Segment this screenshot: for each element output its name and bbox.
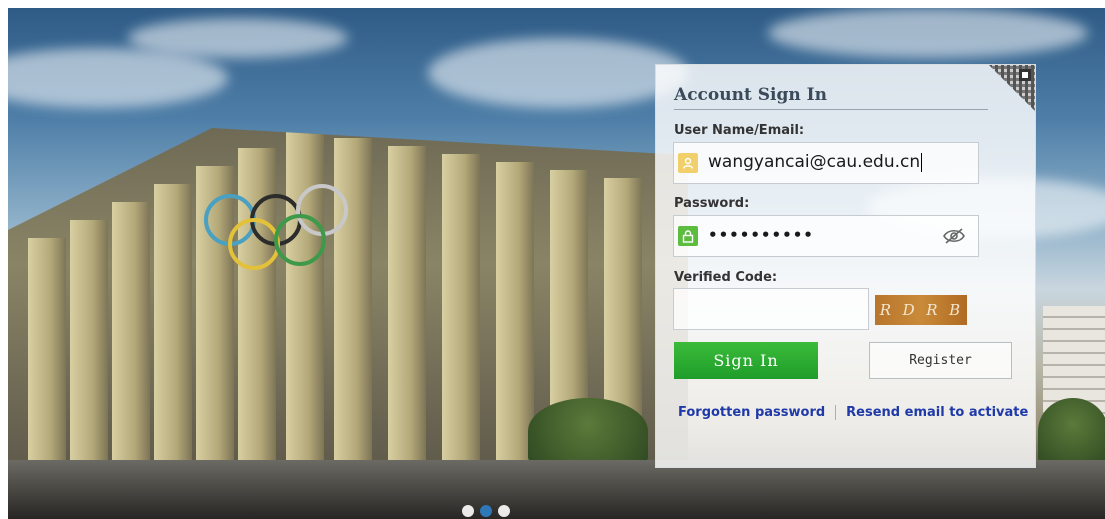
sign-in-button[interactable]: Sign In: [674, 342, 818, 379]
carousel-dot[interactable]: [498, 505, 510, 517]
captcha-char: R: [926, 301, 940, 319]
password-value: ••••••••••: [708, 226, 814, 244]
panel-title: Account Sign In: [674, 85, 988, 110]
forgot-password-link[interactable]: Forgotten password: [678, 405, 825, 420]
carousel-dot-active[interactable]: [480, 505, 492, 517]
qr-code-icon[interactable]: [989, 65, 1035, 111]
carousel-dot[interactable]: [462, 505, 474, 517]
verify-code-label: Verified Code:: [674, 270, 778, 285]
username-label: User Name/Email:: [674, 123, 805, 138]
verify-code-input[interactable]: [673, 288, 869, 330]
captcha-char: B: [949, 301, 963, 319]
user-icon: [678, 153, 698, 173]
olympic-rings: [204, 184, 354, 274]
register-button[interactable]: Register: [869, 342, 1012, 379]
password-input[interactable]: ••••••••••: [673, 215, 979, 257]
username-input[interactable]: wangyancai@cau.edu.cn: [673, 142, 979, 184]
carousel-dots: [462, 505, 510, 517]
plaza-ground: [8, 460, 1105, 519]
trees: [528, 398, 648, 464]
captcha-char: R: [879, 301, 894, 319]
link-separator: [835, 405, 837, 420]
password-label: Password:: [674, 196, 750, 211]
login-page: Account Sign In User Name/Email: wangyan…: [0, 0, 1105, 519]
captcha-char: D: [902, 301, 917, 319]
resend-activation-link[interactable]: Resend email to activate: [846, 405, 1028, 420]
captcha-image[interactable]: R D R B: [875, 295, 967, 325]
login-panel: Account Sign In User Name/Email: wangyan…: [655, 64, 1036, 468]
trees: [1038, 398, 1105, 464]
help-links: Forgotten password Resend email to activ…: [678, 405, 1028, 420]
username-value: wangyancai@cau.edu.cn: [708, 152, 923, 172]
lock-icon: [678, 226, 698, 246]
eye-slash-icon[interactable]: [942, 227, 966, 245]
